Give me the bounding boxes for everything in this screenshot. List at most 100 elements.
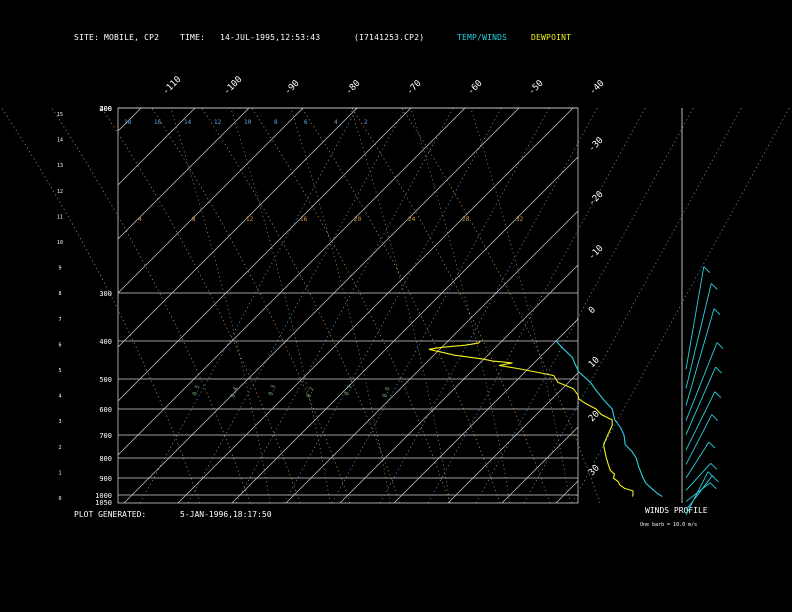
isotherm-label: -40 <box>588 79 607 98</box>
wind-barb-flag <box>711 414 719 421</box>
moist-adiabat-label: 8 <box>192 216 196 223</box>
wind-barb <box>685 366 716 435</box>
height-label: 1 <box>58 470 61 476</box>
pressure-label: 600 <box>99 406 112 414</box>
dry-adiabat-line <box>301 107 501 504</box>
mixing-ratio-label: 16 <box>154 119 162 126</box>
mixing-ratio-line <box>571 107 790 504</box>
isotherm-line <box>117 107 412 402</box>
mixing-ratio-line <box>475 107 694 504</box>
height-label: 14 <box>57 138 63 144</box>
height-label: 6 <box>58 342 61 348</box>
pressure-label: 400 <box>99 338 112 346</box>
moist-adiabat-label: 12 <box>246 216 254 223</box>
wind-barb-flag <box>716 342 724 349</box>
dry-adiabat-line <box>151 107 351 504</box>
height-label: 10 <box>57 240 63 246</box>
isotherm-line <box>117 107 358 348</box>
isotherm-line <box>501 426 579 504</box>
skew-t-chart: 4002003004005006007008009001000105015141… <box>1 75 790 516</box>
pressure-label: 300 <box>99 290 112 298</box>
height-label: 8 <box>58 291 61 297</box>
mixing-ratio-label: 4 <box>334 119 338 126</box>
dry-adiabat-line <box>351 107 551 504</box>
height-label: 9 <box>58 266 61 272</box>
height-label: 2 <box>58 445 61 451</box>
mixing-ratio-line <box>331 107 550 504</box>
mixing-ratio-line <box>379 107 598 504</box>
height-label: 12 <box>57 189 63 195</box>
isotherm-label: 30 <box>587 463 602 478</box>
pressure-label: 500 <box>99 376 112 384</box>
mixing-ratio-label: 14 <box>184 119 192 126</box>
pressure-label: 900 <box>99 475 112 483</box>
isotherm-label: -20 <box>587 190 606 209</box>
height-label: 4 <box>58 394 61 400</box>
wind-barb-flag <box>703 266 711 274</box>
mixing-ratio-label: 6 <box>304 119 308 126</box>
moist-adiabat-line <box>230 107 331 504</box>
isotherm-line <box>123 107 520 504</box>
wind-barb <box>685 475 713 511</box>
dry-adiabat-label: 0.4 <box>229 386 239 399</box>
wind-barb-flag <box>714 391 722 399</box>
wind-barb <box>685 283 712 389</box>
isotherm-line <box>339 264 579 504</box>
isotherm-line <box>117 107 304 294</box>
dry-adiabat-line <box>1 107 201 504</box>
isotherm-label: -30 <box>587 136 606 155</box>
moist-adiabat-line <box>470 107 571 504</box>
pressure-label: 200 <box>99 105 112 113</box>
isotherm-label: 20 <box>587 409 602 424</box>
isotherm-line <box>177 107 574 504</box>
mixing-ratio-line <box>187 107 406 504</box>
wind-barb-flag <box>713 308 721 316</box>
wind-barb-flag <box>710 462 718 470</box>
isotherm-label: -50 <box>527 79 546 98</box>
winds-profile-layer <box>681 108 724 516</box>
minor-lines-layer <box>1 107 790 504</box>
labels-layer: 4002003004005006007008009001000105015141… <box>57 75 607 507</box>
height-label: 5 <box>58 368 61 374</box>
dry-adiabat-label: 0.5 <box>191 384 201 397</box>
isotherm-line <box>231 156 579 504</box>
mixing-ratio-line <box>427 107 646 504</box>
isotherm-line <box>117 107 466 456</box>
isotherm-line <box>555 480 579 504</box>
wind-barb <box>685 441 710 479</box>
wind-barb-flag <box>710 283 718 290</box>
wind-barb <box>685 391 716 451</box>
pressure-label: 700 <box>99 432 112 440</box>
wind-barb <box>685 462 712 491</box>
dry-adiabat-line <box>401 107 601 504</box>
wind-barb <box>685 308 715 406</box>
dry-adiabat-label: 0.3 <box>267 384 277 397</box>
height-label: 0 <box>58 496 61 502</box>
pressure-label: 800 <box>99 455 112 463</box>
wind-barb <box>685 342 718 421</box>
moist-adiabat-label: 28 <box>462 216 470 223</box>
mixing-ratio-label: 10 <box>244 119 252 126</box>
moist-adiabat-label: 4 <box>138 216 142 223</box>
dewpoint-trace <box>428 340 634 497</box>
height-label: 3 <box>58 419 61 425</box>
isotherm-label: -70 <box>405 79 424 98</box>
wind-barb-flag <box>708 441 716 449</box>
isotherm-label: -100 <box>222 75 244 97</box>
dry-adiabat-label: 0.1 <box>343 384 353 397</box>
isotherm-label: -10 <box>587 244 606 263</box>
height-label: 7 <box>58 317 61 323</box>
isotherm-label: 0 <box>587 305 598 316</box>
isotherm-label: -60 <box>466 79 485 98</box>
wind-barb-flag <box>715 366 722 374</box>
mixing-ratio-label: 18 <box>124 119 132 126</box>
series-layer <box>428 340 663 498</box>
dry-adiabat-line <box>101 107 301 504</box>
dry-adiabat-line <box>201 107 401 504</box>
mixing-ratio-label: 2 <box>364 119 368 126</box>
isotherm-label: -80 <box>344 79 363 98</box>
height-label: 13 <box>57 163 63 169</box>
mixing-ratio-line <box>283 107 502 504</box>
isotherm-label: 10 <box>587 355 602 370</box>
moist-adiabat-label: 24 <box>408 216 416 223</box>
